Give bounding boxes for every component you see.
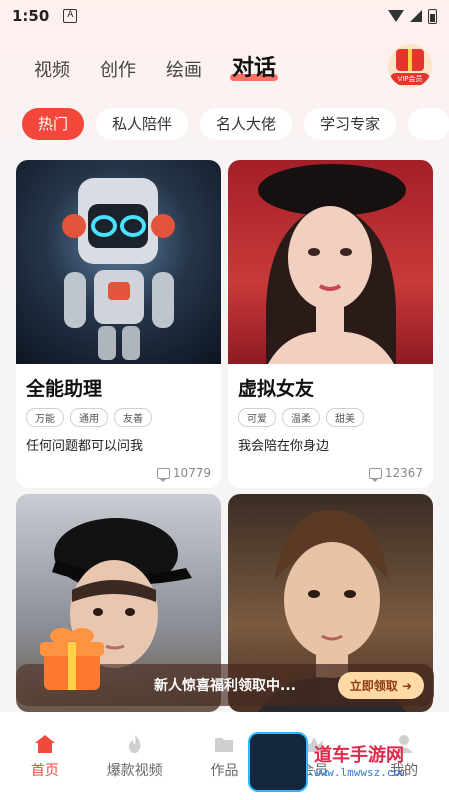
tab-chat[interactable]: 对话 <box>229 50 279 82</box>
status-bar: 1:50 A <box>0 0 449 32</box>
chat-count-value: 12367 <box>384 466 423 480</box>
top-tabs: 视频 创作 绘画 对话 <box>34 50 279 82</box>
tag-list: 可爱 温柔 甜美 <box>238 408 423 427</box>
chip-hot[interactable]: 热门 <box>22 108 85 140</box>
claim-now-button[interactable]: 立即领取 ➜ <box>337 671 424 699</box>
notification-icon: A <box>63 9 78 23</box>
chip-companion[interactable]: 私人陪伴 <box>96 108 189 140</box>
promo-text: 新人惊喜福利领取中... <box>154 678 296 694</box>
chip-more[interactable] <box>408 108 449 140</box>
character-name: 虚拟女友 <box>238 378 315 400</box>
chip-celebrity[interactable]: 名人大佬 <box>200 108 293 140</box>
flame-icon <box>128 735 141 753</box>
home-icon <box>34 735 55 753</box>
folder-icon <box>215 738 234 752</box>
gift-box-icon <box>40 628 104 690</box>
tag: 通用 <box>70 408 108 427</box>
vip-label: VIP会员 <box>390 73 430 85</box>
character-card[interactable]: 全能助理 万能 通用 友善 任何问题都可以问我 10779 <box>16 160 221 488</box>
girl-portrait-illustration <box>258 164 406 364</box>
tag: 可爱 <box>238 408 276 427</box>
tag: 甜美 <box>326 408 364 427</box>
character-description: 任何问题都可以问我 <box>26 439 144 454</box>
tab-video[interactable]: 视频 <box>34 56 70 82</box>
chat-count: 12367 <box>238 466 423 482</box>
chat-count-value: 10779 <box>172 466 211 480</box>
character-card[interactable]: 虚拟女友 可爱 温柔 甜美 我会陪在你身边 12367 <box>228 160 433 488</box>
character-image <box>16 160 221 364</box>
tag: 友善 <box>114 408 152 427</box>
chat-bubble-icon <box>156 467 170 482</box>
tab-drawing[interactable]: 绘画 <box>166 56 202 82</box>
tag-list: 万能 通用 友善 <box>26 408 211 427</box>
wifi-icon <box>388 10 404 22</box>
gift-icon <box>396 49 424 71</box>
nav-home[interactable]: 首页 <box>0 712 90 800</box>
tab-create[interactable]: 创作 <box>100 56 136 82</box>
chat-count: 10779 <box>26 466 211 482</box>
watermark-text: 道车手游网 <box>314 744 404 766</box>
signal-icon <box>410 10 422 22</box>
robot-illustration <box>62 178 175 360</box>
chip-study-expert[interactable]: 学习专家 <box>304 108 397 140</box>
vip-button[interactable]: VIP会员 <box>388 44 432 88</box>
character-image <box>228 160 433 364</box>
status-icons <box>388 8 437 24</box>
watermark: 道车手游网 www.lmwwsz.com <box>248 732 407 792</box>
character-name: 全能助理 <box>26 378 103 400</box>
watermark-text-block: 道车手游网 www.lmwwsz.com <box>314 744 407 779</box>
tag: 万能 <box>26 408 64 427</box>
watermark-logo <box>248 732 308 792</box>
battery-icon <box>428 8 437 24</box>
nav-home-label: 首页 <box>30 763 59 779</box>
nav-works-label: 作品 <box>210 763 239 779</box>
status-time: 1:50 <box>12 7 50 25</box>
nav-hot-videos-label: 爆款视频 <box>106 763 163 779</box>
category-chips: 热门 私人陪伴 名人大佬 学习专家 <box>22 108 449 140</box>
watermark-url: www.lmwwsz.com <box>314 765 407 779</box>
chat-bubble-icon <box>368 467 382 482</box>
tag: 温柔 <box>282 408 320 427</box>
character-description: 我会陪在你身边 <box>238 439 330 454</box>
nav-hot-videos[interactable]: 爆款视频 <box>90 712 180 800</box>
